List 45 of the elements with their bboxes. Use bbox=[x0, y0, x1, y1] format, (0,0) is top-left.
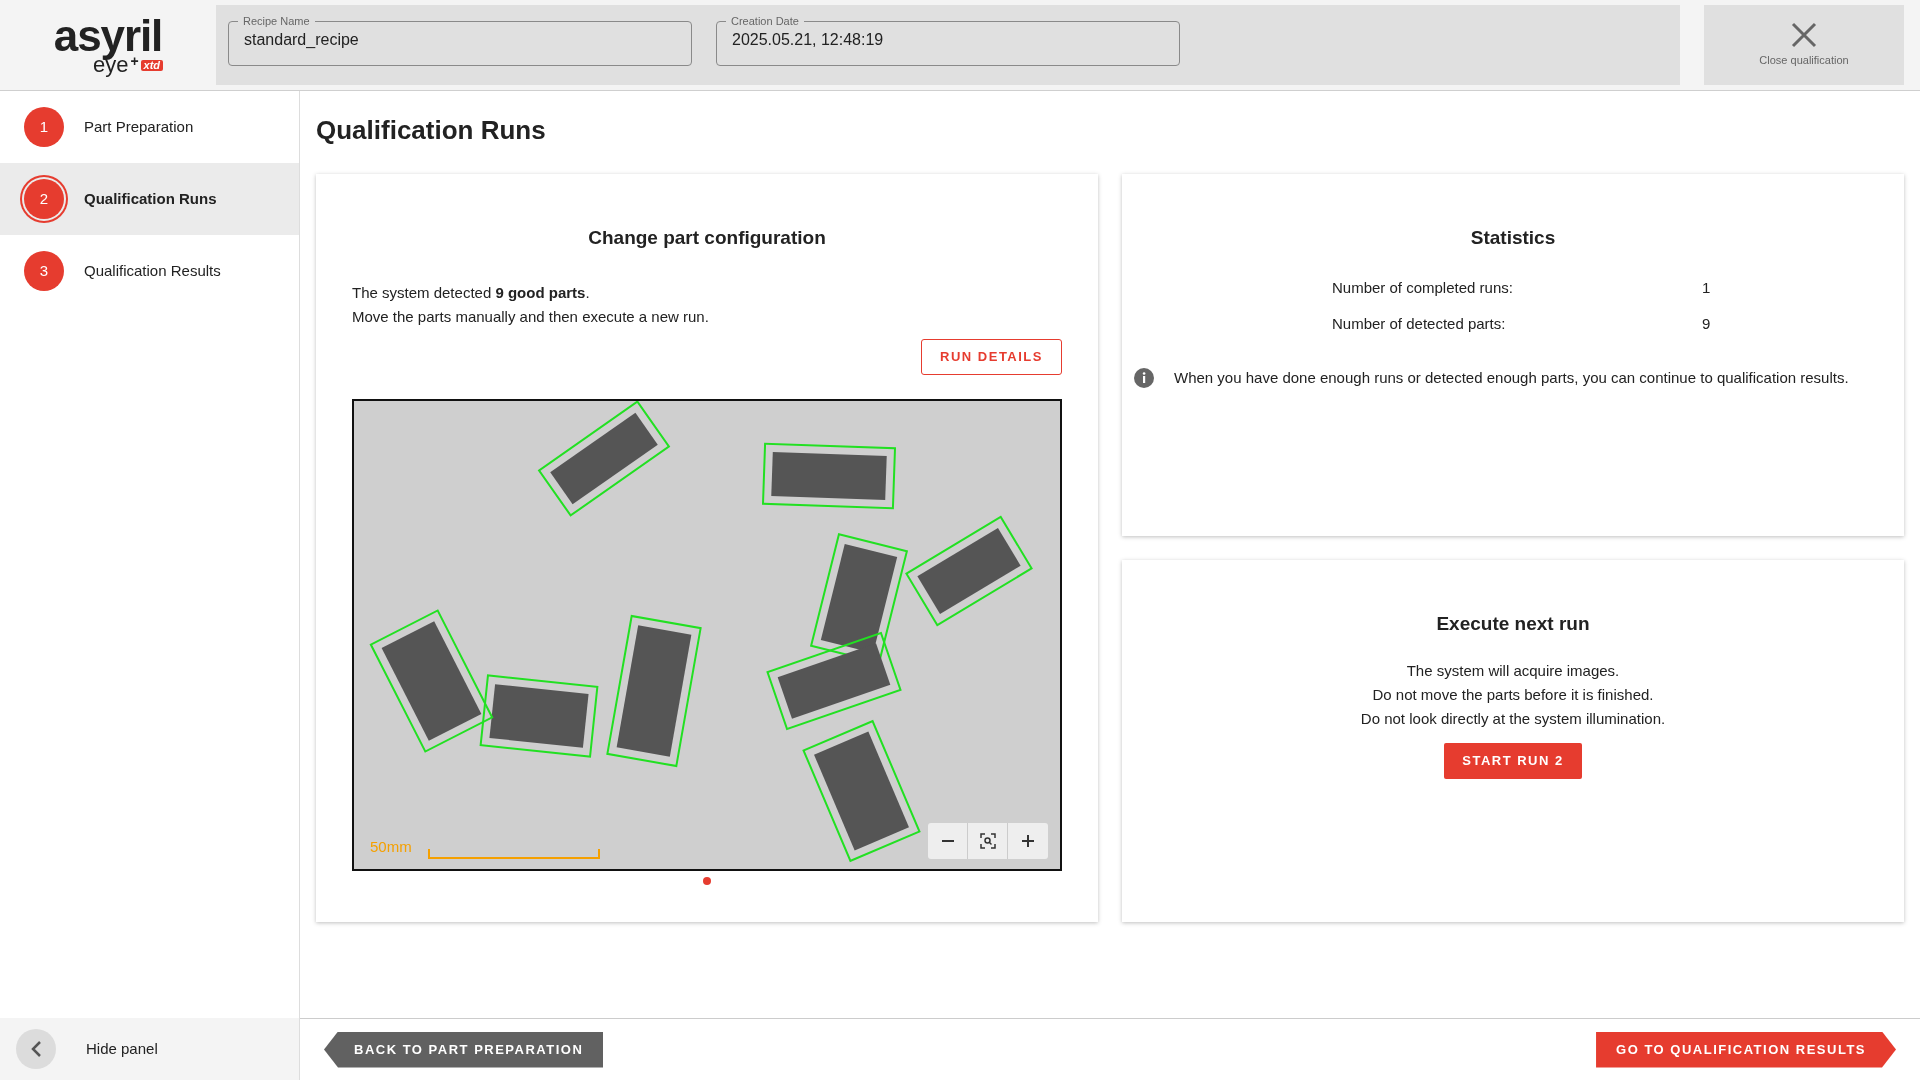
card-text: Do not look directly at the system illumination. bbox=[1360, 708, 1666, 729]
chevron-left-icon bbox=[30, 1040, 42, 1058]
stat-value: 1 bbox=[1702, 278, 1711, 299]
card-text: The system will acquire images. bbox=[1406, 660, 1620, 681]
scale-label: 50mm bbox=[370, 837, 412, 857]
card-title: Statistics bbox=[1469, 226, 1557, 250]
hide-panel-button[interactable] bbox=[16, 1029, 56, 1069]
step-label: Qualification Results bbox=[84, 260, 221, 281]
run-details-button[interactable]: RUN DETAILS bbox=[921, 338, 1062, 375]
back-button[interactable]: BACK TO PART PREPARATION bbox=[324, 1031, 604, 1068]
start-run-button[interactable]: START RUN 2 bbox=[1444, 742, 1582, 779]
close-qualification-button[interactable]: Close qualification bbox=[1704, 5, 1904, 85]
hide-panel-label: Hide panel bbox=[86, 1038, 158, 1059]
step-label: Qualification Runs bbox=[84, 188, 217, 209]
focus-search-icon bbox=[979, 832, 996, 849]
plus-icon bbox=[1022, 834, 1034, 847]
step-item[interactable]: 1 Part Preparation bbox=[0, 91, 299, 163]
card-text: Move the parts manually and then execute a new run. bbox=[352, 306, 710, 327]
step-number: 2 bbox=[24, 179, 64, 219]
info-text: When you have done enough runs or detected enough parts, you can continue to qualification results. bbox=[1174, 367, 1849, 388]
recipe-field[interactable]: Recipe Name standard_recipe bbox=[228, 16, 692, 66]
field-label: Creation Date bbox=[730, 16, 800, 27]
logo-edition-badge: xtd bbox=[140, 60, 164, 71]
card-title: Execute next run bbox=[1436, 612, 1590, 636]
info-icon bbox=[1134, 367, 1154, 388]
recipe-field[interactable]: Creation Date 2025.05.21, 12:48:19 bbox=[716, 16, 1180, 66]
step-item[interactable]: 3 Qualification Results bbox=[0, 235, 299, 307]
step-number: 3 bbox=[24, 251, 64, 291]
field-value: standard_recipe bbox=[244, 30, 360, 50]
step-item[interactable]: 2 Qualification Runs bbox=[0, 163, 299, 235]
step-number: 1 bbox=[24, 107, 64, 147]
stat-label: Number of completed runs: bbox=[1332, 278, 1514, 299]
step-label: Part Preparation bbox=[84, 116, 194, 137]
stat-value: 9 bbox=[1702, 314, 1711, 335]
next-button[interactable]: GO TO QUALIFICATION RESULTS bbox=[1596, 1031, 1896, 1068]
field-label: Recipe Name bbox=[242, 16, 311, 27]
card-title: Change part configuration bbox=[587, 226, 827, 250]
field-value: 2025.05.21, 12:48:19 bbox=[732, 30, 885, 50]
scale-bar-icon bbox=[427, 848, 600, 859]
stat-label: Number of detected parts: bbox=[1332, 314, 1507, 335]
page-title: Qualification Runs bbox=[316, 114, 547, 147]
card-text: The system detected 9 good parts. bbox=[352, 282, 591, 303]
minus-icon bbox=[941, 839, 954, 842]
close-icon bbox=[1791, 21, 1817, 48]
card-text: Do not move the parts before it is finished. bbox=[1372, 684, 1654, 705]
